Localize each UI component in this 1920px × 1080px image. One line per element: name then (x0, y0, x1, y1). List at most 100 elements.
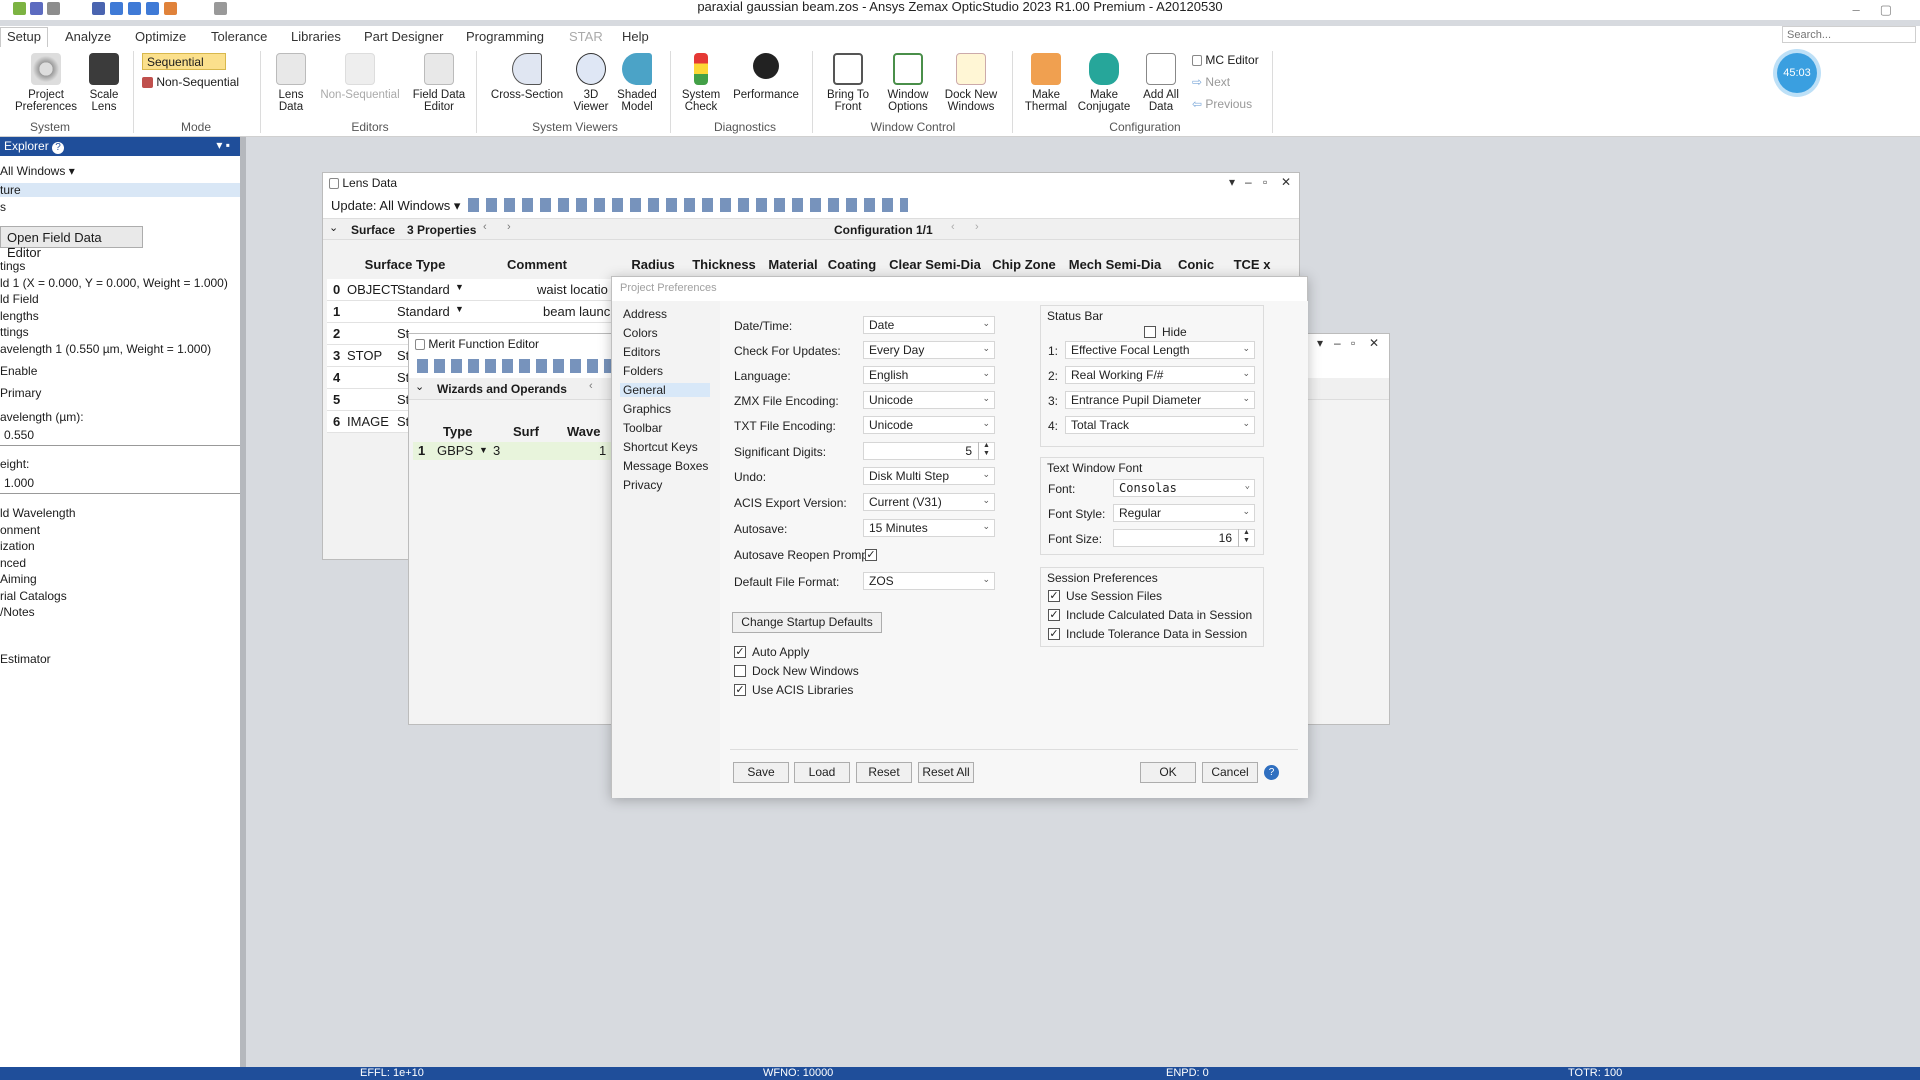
help-icon[interactable]: ? (1264, 765, 1279, 780)
shaded-model-button[interactable]: Shaded Model (614, 53, 660, 113)
tab-help[interactable]: Help (622, 29, 649, 44)
explorer-item[interactable]: rial Catalogs (0, 589, 67, 603)
table-row[interactable]: 1 GBPS ▼ 3 1 (413, 442, 613, 460)
explorer-item[interactable]: nced (0, 556, 26, 570)
dropdown-arrow-icon[interactable]: ▼ (479, 445, 488, 455)
undo-select[interactable]: Disk Multi Step ⌄ (863, 467, 995, 485)
explorer-item[interactable]: s (0, 200, 6, 214)
surf-cell[interactable]: 3 (493, 443, 500, 458)
dropdown-arrow-icon[interactable]: ▼ (455, 304, 464, 314)
close-icon[interactable]: ✕ (1369, 336, 1379, 350)
acis-version-select[interactable]: Current (V31) ⌄ (863, 493, 995, 511)
nav-privacy[interactable]: Privacy (623, 478, 662, 492)
nav-shortcut-keys[interactable]: Shortcut Keys (623, 440, 698, 454)
explorer-item[interactable]: onment (0, 523, 40, 537)
sequential-mode-button[interactable]: Sequential (142, 53, 226, 70)
surface-type-cell[interactable]: Standard (397, 282, 450, 297)
dock-new-windows-button[interactable]: Dock New Windows (940, 53, 1002, 113)
autosave-select[interactable]: 15 Minutes ⌄ (863, 519, 995, 537)
change-startup-defaults-button[interactable]: Change Startup Defaults (732, 612, 882, 633)
wizards-label[interactable]: Wizards and Operands (437, 382, 567, 396)
nav-folders[interactable]: Folders (623, 364, 663, 378)
field-data-editor-button[interactable]: Field Data Editor (406, 53, 472, 113)
explorer-item[interactable]: ttings (0, 325, 29, 339)
comment-cell[interactable]: waist locatio (537, 282, 608, 297)
merit-toolbar-icons[interactable] (417, 359, 617, 373)
non-sequential-mode-button[interactable]: Non-Sequential (142, 75, 239, 89)
updates-select[interactable]: Every Day ⌄ (863, 341, 995, 359)
system-check-button[interactable]: System Check (678, 53, 724, 113)
language-select[interactable]: English ⌄ (863, 366, 995, 384)
performance-button[interactable]: Performance (728, 53, 804, 101)
non-sequential-editor-button[interactable]: Non-Sequential (314, 53, 406, 101)
reopen-checkbox[interactable]: ✓ (865, 549, 877, 561)
tab-tolerance[interactable]: Tolerance (211, 29, 267, 44)
window-menu-icon[interactable]: ▾ (1229, 175, 1235, 189)
stepper-arrows-icon[interactable]: ▲ ▼ (978, 442, 994, 460)
make-conjugate-button[interactable]: Make Conjugate (1074, 53, 1134, 113)
bring-to-front-button[interactable]: Bring To Front (820, 53, 876, 113)
surface-type-cell[interactable]: Standard (397, 304, 450, 319)
update-dropdown[interactable]: Update: All Windows ▾ (331, 198, 460, 214)
timer-badge[interactable]: 45:03 (1777, 53, 1817, 93)
ok-button[interactable]: OK (1140, 762, 1196, 783)
tab-setup[interactable]: Setup (0, 27, 48, 49)
3d-viewer-button[interactable]: 3D Viewer (570, 53, 612, 113)
next-config-button[interactable]: ⇨ Next (1192, 75, 1230, 89)
maximize-icon[interactable]: ▫ (1263, 175, 1267, 189)
explorer-item[interactable]: ization (0, 539, 35, 553)
explorer-item[interactable]: tings (0, 259, 25, 273)
properties-label[interactable]: 3 Properties (407, 223, 476, 237)
explorer-item[interactable]: /Notes (0, 605, 35, 619)
help-icon[interactable]: ? (52, 142, 65, 154)
search-input[interactable] (1782, 26, 1916, 43)
load-button[interactable]: Load (794, 762, 850, 783)
explorer-item[interactable]: ld Field (0, 292, 39, 306)
prev-operand-icon[interactable]: ‹ (589, 380, 593, 392)
mc-editor-button[interactable]: MC Editor (1192, 53, 1259, 67)
maximize-icon[interactable]: ▫ (1351, 336, 1355, 350)
nav-address[interactable]: Address (623, 307, 667, 321)
toolbar-icons[interactable] (468, 198, 908, 212)
nav-message-boxes[interactable]: Message Boxes (623, 459, 708, 473)
add-all-data-button[interactable]: Add All Data (1136, 53, 1186, 113)
next-config-icon[interactable]: › (975, 221, 979, 233)
tab-optimize[interactable]: Optimize (135, 29, 186, 44)
nav-editors[interactable]: Editors (623, 345, 660, 359)
window-options-button[interactable]: Window Options (880, 53, 936, 113)
open-field-data-editor-button[interactable]: Open Field Data Editor (0, 226, 143, 260)
lens-data-button[interactable]: Lens Data (274, 53, 308, 113)
txt-encoding-select[interactable]: Unicode ⌄ (863, 416, 995, 434)
explorer-item[interactable]: Enable (0, 364, 37, 378)
window-controls[interactable]: –▢ (1852, 2, 1912, 18)
weight-input[interactable]: 1.000 (0, 475, 240, 494)
minimize-icon[interactable]: – (1245, 175, 1252, 189)
explorer-item[interactable]: ld Wavelength (0, 506, 76, 520)
expand-icon[interactable]: ⌄ (329, 221, 338, 234)
explorer-pin-icon[interactable]: ▾ ▪ (216, 138, 230, 152)
dropdown-arrow-icon[interactable]: ▼ (455, 282, 464, 292)
previous-config-button[interactable]: ⇦ Previous (1192, 97, 1252, 111)
cancel-button[interactable]: Cancel (1202, 762, 1258, 783)
prev-config-icon[interactable]: ‹ (951, 221, 955, 233)
wavelength-input[interactable]: 0.550 (0, 427, 240, 446)
explorer-item[interactable]: ld 1 (X = 0.000, Y = 0.000, Weight = 1.0… (0, 276, 228, 290)
expand-icon[interactable]: ⌄ (415, 380, 424, 393)
file-format-select[interactable]: ZOS ⌄ (863, 572, 995, 590)
close-icon[interactable]: ✕ (1281, 175, 1291, 189)
project-preferences-button[interactable]: Project Preferences (10, 53, 82, 113)
tab-part-designer[interactable]: Part Designer (364, 29, 443, 44)
explorer-item[interactable]: Primary (0, 386, 41, 400)
scale-lens-button[interactable]: Scale Lens (86, 53, 122, 113)
explorer-item[interactable]: Estimator (0, 652, 51, 666)
dock-new-windows-checkbox[interactable] (734, 665, 746, 677)
save-button[interactable]: Save (733, 762, 789, 783)
explorer-item[interactable]: lengths (0, 309, 39, 323)
prev-surface-icon[interactable]: ‹ (483, 221, 487, 233)
operand-type-cell[interactable]: GBPS (437, 443, 473, 458)
window-menu-icon[interactable]: ▾ (1317, 336, 1323, 350)
nav-graphics[interactable]: Graphics (623, 402, 671, 416)
comment-cell[interactable]: beam launc (543, 304, 610, 319)
reset-all-button[interactable]: Reset All (918, 762, 974, 783)
explorer-update-dropdown[interactable]: All Windows ▾ (0, 164, 75, 178)
